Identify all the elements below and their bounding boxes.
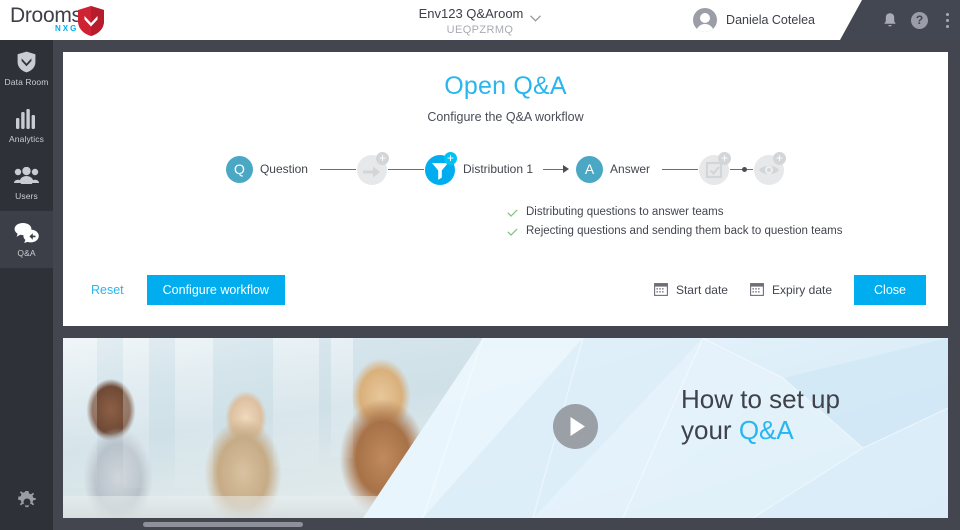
plus-badge: + bbox=[375, 152, 389, 165]
user-name: Daniela Cotelea bbox=[726, 13, 815, 27]
list-item: Distributing questions to answer teams bbox=[507, 206, 724, 218]
top-header: Drooms NXG Env123 Q&Aroom UEQPZRMQ Danie… bbox=[0, 0, 960, 40]
check-icon bbox=[507, 227, 518, 236]
brand-logo[interactable]: Drooms NXG bbox=[10, 5, 104, 36]
plus-badge: + bbox=[443, 152, 457, 165]
users-icon bbox=[14, 165, 39, 187]
distribution-node-label: Distribution 1 bbox=[462, 162, 534, 176]
gear-icon bbox=[16, 489, 38, 518]
horizontal-scrollbar-track[interactable] bbox=[63, 518, 948, 530]
speech-bubbles-icon bbox=[14, 222, 40, 244]
list-item: Rejecting questions and sending them bac… bbox=[507, 225, 842, 237]
sidebar-item-settings[interactable] bbox=[0, 489, 53, 518]
room-code: UEQPZRMQ bbox=[446, 24, 514, 36]
shield-logo-icon bbox=[78, 6, 104, 36]
plus-badge: + bbox=[718, 152, 732, 165]
funnel-plus-icon[interactable]: + bbox=[424, 152, 457, 185]
sidebar-item-label: Analytics bbox=[9, 133, 44, 144]
check-icon bbox=[507, 208, 518, 217]
question-node-label: Question bbox=[259, 162, 308, 176]
room-selector-block: Env123 Q&Aroom UEQPZRMQ bbox=[0, 5, 960, 36]
connector-line bbox=[662, 168, 699, 170]
logo-subtext: NXG bbox=[55, 24, 79, 33]
plus-badge: + bbox=[773, 152, 787, 165]
workflow-feature-list: Distributing questions to answer teams R… bbox=[63, 206, 948, 237]
how-to-banner[interactable]: How to set up your Q&A bbox=[63, 338, 948, 518]
answer-node-circle: A bbox=[576, 155, 604, 183]
sidebar-item-analytics[interactable]: Analytics bbox=[0, 97, 53, 154]
page-title: Open Q&A bbox=[444, 72, 567, 100]
banner-heading: How to set up your Q&A bbox=[681, 384, 840, 446]
sidebar-item-label: Users bbox=[15, 190, 38, 201]
list-item-label: Rejecting questions and sending them bac… bbox=[526, 225, 843, 237]
calendar-icon bbox=[653, 282, 668, 299]
sidebar-item-label: Q&A bbox=[17, 247, 36, 258]
workflow-diagram: Q Question + + Distribution 1 A Answer +… bbox=[63, 146, 948, 192]
bell-icon[interactable] bbox=[883, 12, 897, 29]
horizontal-scrollbar-thumb[interactable] bbox=[143, 522, 303, 527]
calendar-icon bbox=[750, 282, 764, 299]
sidebar-item-users[interactable]: Users bbox=[0, 154, 53, 211]
question-node-circle: Q bbox=[225, 155, 253, 183]
banner-line-2-prefix: your bbox=[681, 415, 739, 445]
app-root: Drooms NXG Env123 Q&Aroom UEQPZRMQ Danie… bbox=[0, 0, 960, 530]
connector-line bbox=[387, 168, 424, 170]
user-menu[interactable]: Daniela Cotelea bbox=[693, 8, 815, 32]
help-icon[interactable]: ? bbox=[911, 11, 928, 29]
eye-plus-icon[interactable]: + bbox=[753, 152, 787, 185]
shield-icon bbox=[17, 51, 36, 73]
avatar bbox=[693, 8, 718, 32]
sidebar-item-label: Data Room bbox=[4, 76, 49, 87]
arrow-forward-plus-icon[interactable]: + bbox=[356, 152, 389, 185]
bar-chart-icon bbox=[15, 108, 38, 130]
page-subtitle: Configure the Q&A workflow bbox=[427, 110, 584, 124]
workflow-node-question[interactable]: Q Question bbox=[225, 155, 308, 183]
banner-line-1: How to set up bbox=[681, 384, 840, 414]
card-footer: Reset Configure workflow Start date Expi… bbox=[63, 254, 948, 326]
chevron-down-icon bbox=[530, 10, 542, 22]
list-item-label: Distributing questions to answer teams bbox=[526, 206, 724, 218]
connector-line bbox=[543, 168, 564, 170]
workflow-node-answer[interactable]: A Answer bbox=[576, 155, 651, 183]
header-icon-group: ? bbox=[883, 0, 952, 40]
sidebar-item-qa[interactable]: Q&A bbox=[0, 211, 53, 268]
expiry-date-button[interactable]: Expiry date bbox=[750, 282, 832, 299]
play-button[interactable] bbox=[553, 404, 598, 449]
clipboard-check-plus-icon[interactable]: + bbox=[698, 152, 732, 185]
expiry-date-label: Expiry date bbox=[771, 283, 832, 297]
room-selector[interactable]: Env123 Q&Aroom bbox=[418, 6, 542, 22]
footer-left-actions: Reset Configure workflow bbox=[85, 275, 285, 305]
connector-line bbox=[730, 168, 743, 170]
close-button[interactable]: Close bbox=[854, 275, 926, 305]
banner-line-2-highlight: Q&A bbox=[738, 415, 794, 445]
room-name: Env123 Q&Aroom bbox=[418, 6, 524, 21]
help-question-mark: ? bbox=[911, 11, 928, 29]
sidebar: Data Room Analytics Users Q&A bbox=[0, 40, 53, 530]
start-date-button[interactable]: Start date bbox=[653, 282, 728, 299]
open-qa-card: Open Q&A Configure the Q&A workflow Q Qu… bbox=[63, 52, 948, 326]
more-options-icon[interactable] bbox=[942, 12, 952, 28]
footer-right-actions: Start date Expiry date Close bbox=[653, 275, 926, 305]
start-date-label: Start date bbox=[675, 283, 728, 297]
sidebar-item-data-room[interactable]: Data Room bbox=[0, 40, 53, 97]
connector-line bbox=[319, 168, 356, 170]
answer-node-label: Answer bbox=[610, 162, 651, 176]
reset-button[interactable]: Reset bbox=[85, 279, 130, 301]
configure-workflow-button[interactable]: Configure workflow bbox=[146, 275, 285, 305]
arrow-head-icon bbox=[563, 165, 570, 173]
banner-line-2: your Q&A bbox=[681, 415, 840, 446]
